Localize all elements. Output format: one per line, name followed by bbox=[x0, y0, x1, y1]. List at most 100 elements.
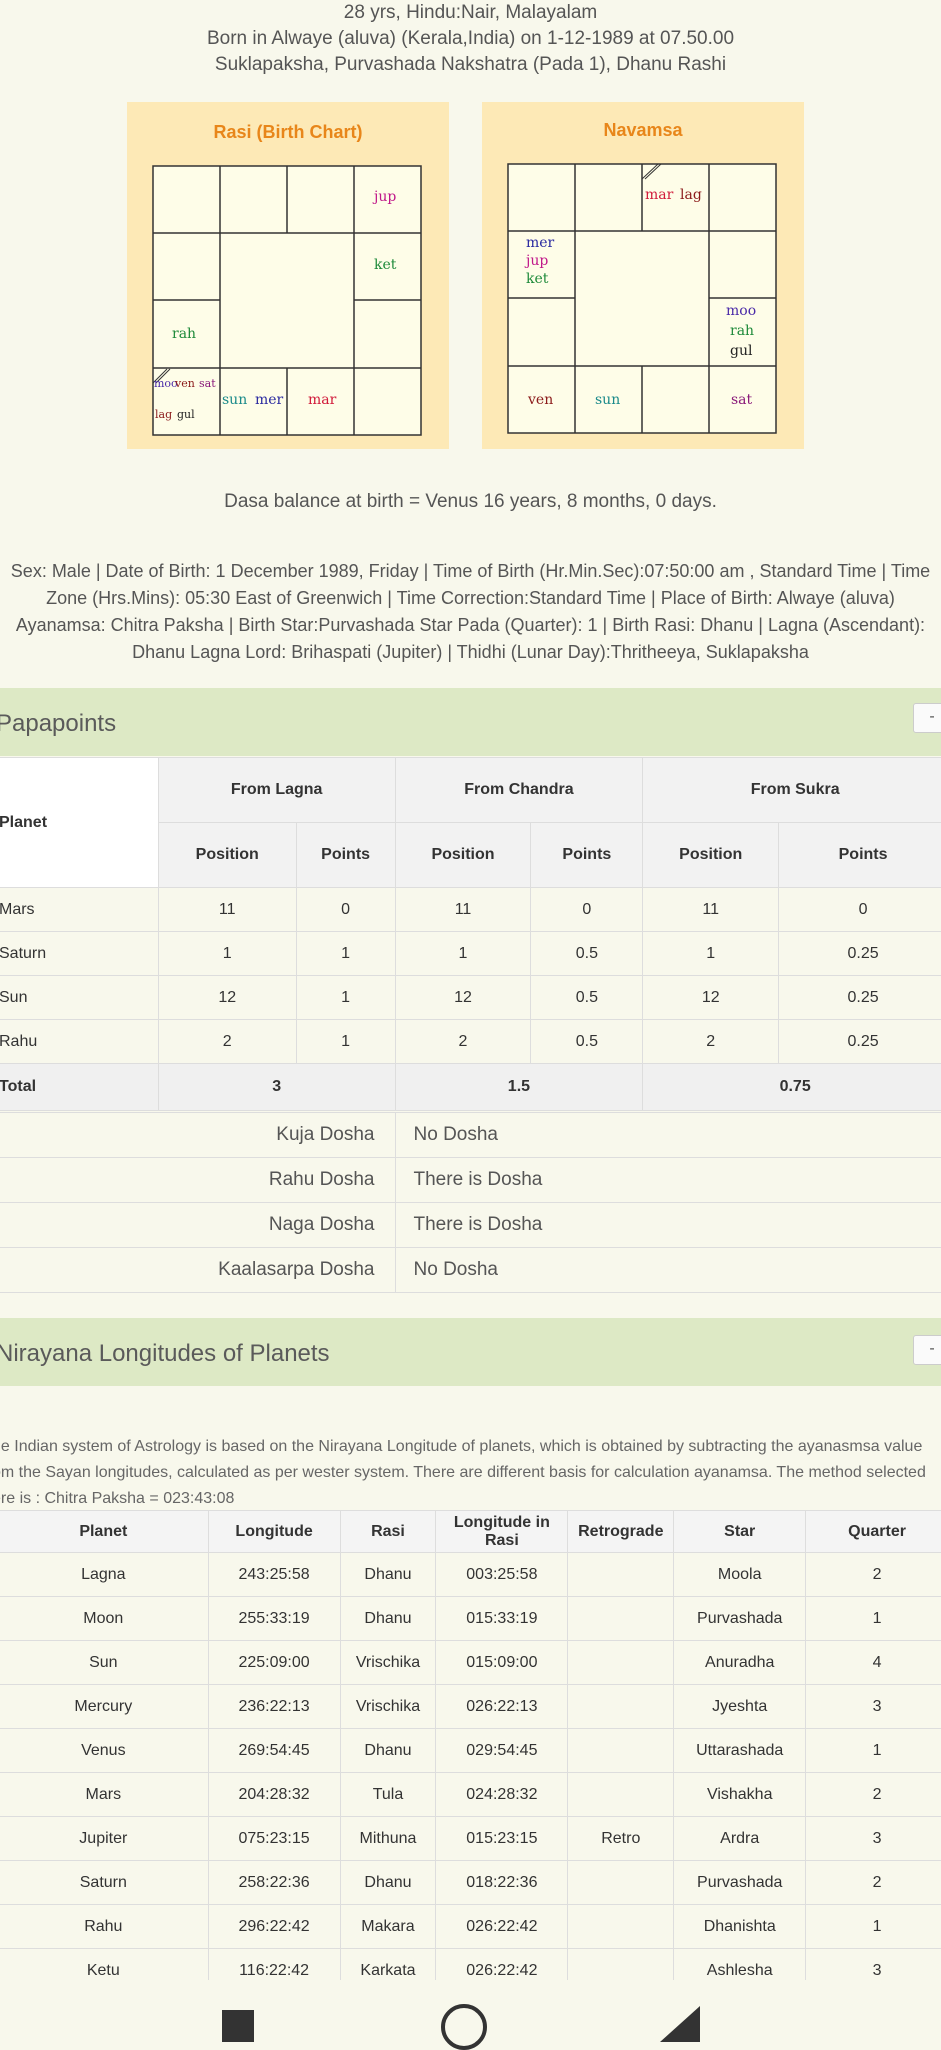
nirayana-table: Planet Longitude Rasi Longitude in Rasi … bbox=[0, 1510, 941, 1980]
papapoints-table: Planet From Lagna From Chandra From Sukr… bbox=[0, 757, 941, 1111]
cell: 258:22:36 bbox=[207, 1860, 341, 1905]
info-line-2: Zone (Hrs.Mins): 05:30 East of Greenwich… bbox=[46, 588, 895, 608]
cell: Retro bbox=[567, 1816, 675, 1861]
nakshatra-details: Suklapaksha, Purvashada Nakshatra (Pada … bbox=[214, 54, 727, 75]
cell-planet: Saturn bbox=[0, 931, 159, 976]
cell: 1 bbox=[295, 931, 396, 976]
cell: Purvashada bbox=[673, 1860, 807, 1905]
cell bbox=[567, 1728, 675, 1773]
table-row: Venus 269:54:45 Dhanu 029:54:45 Uttarashada 1 bbox=[0, 1728, 941, 1773]
navamsa-moo: moo bbox=[726, 303, 756, 319]
rasi-sat: sat bbox=[199, 377, 216, 390]
header-points: Points bbox=[295, 822, 396, 888]
cell: 11 bbox=[642, 887, 780, 932]
cell-planet: Mars bbox=[0, 887, 159, 932]
cell: 116:22:42 bbox=[207, 1948, 341, 1980]
cell: 018:22:36 bbox=[435, 1860, 569, 1905]
cell: 0.25 bbox=[778, 1019, 941, 1064]
total-lagna: 3 bbox=[157, 1063, 396, 1111]
cell-planet: Moon bbox=[0, 1596, 209, 1641]
cell bbox=[567, 1552, 675, 1597]
cell: Vrischika bbox=[339, 1640, 437, 1685]
table-row: Jupiter 075:23:15 Mithuna 015:23:15 Retro Ard… bbox=[0, 1816, 941, 1861]
cell: 003:25:58 bbox=[435, 1552, 569, 1597]
table-row: Mercury 236:22:13 Vrischika 026:22:13 Jyesht… bbox=[0, 1684, 941, 1729]
cell-planet: Rahu bbox=[0, 1904, 209, 1949]
cell bbox=[567, 1684, 675, 1729]
nirayana-desc-3: ere is : Chitra Paksha = 023:43:08 bbox=[0, 1490, 235, 1507]
dosha-value: There is Dosha bbox=[395, 1157, 941, 1203]
rasi-chart-grid: jup ket rah moo ven sat lag gul sun mer … bbox=[152, 165, 422, 436]
rasi-mar: mar bbox=[308, 392, 337, 408]
cell: 236:22:13 bbox=[207, 1684, 341, 1729]
cell-planet: Sun bbox=[0, 1640, 209, 1685]
dasa-balance: Dasa balance at birth = Venus 16 years, … bbox=[224, 491, 717, 512]
cell: 075:23:15 bbox=[207, 1816, 341, 1861]
dosha-value: There is Dosha bbox=[395, 1202, 941, 1248]
cell: 0.25 bbox=[778, 931, 941, 976]
cell: 1 bbox=[642, 931, 780, 976]
table-row: Moon 255:33:19 Dhanu 015:33:19 Purvashada 1 bbox=[0, 1596, 941, 1641]
cell: 026:22:13 bbox=[435, 1684, 569, 1729]
cell: Ashlesha bbox=[673, 1948, 807, 1980]
total-row: Total 3 1.5 0.75 bbox=[0, 1063, 941, 1111]
nirayana-collapse-button[interactable]: - bbox=[913, 1335, 941, 1365]
cell: Uttarashada bbox=[673, 1728, 807, 1773]
rasi-mer: mer bbox=[255, 392, 284, 408]
cell-planet: Mercury bbox=[0, 1684, 209, 1729]
navamsa-chart: Navamsa mar lag mer jup ket moo rah gul … bbox=[482, 102, 804, 449]
rasi-ven: ven bbox=[174, 377, 195, 390]
cell: 12 bbox=[394, 975, 532, 1020]
home-icon[interactable] bbox=[441, 2004, 487, 2050]
cell: 029:54:45 bbox=[435, 1728, 569, 1773]
papapoints-collapse-button[interactable]: - bbox=[913, 703, 941, 733]
cell: 015:23:15 bbox=[435, 1816, 569, 1861]
total-chandra: 1.5 bbox=[394, 1063, 644, 1111]
table-row: Rahu 2 1 2 0.5 2 0.25 bbox=[0, 1019, 941, 1064]
table-row: Ketu 116:22:42 Karkata 026:22:42 Ashlesha 3 bbox=[0, 1948, 941, 1980]
nirayana-header-row: Planet Longitude Rasi Longitude in Rasi … bbox=[0, 1510, 941, 1553]
cell: 2 bbox=[157, 1019, 297, 1064]
table-row: Saturn 1 1 1 0.5 1 0.25 bbox=[0, 931, 941, 976]
dosha-label: Kuja Dosha bbox=[0, 1112, 396, 1158]
dosha-table: Kuja Dosha No Dosha Rahu Dosha There is … bbox=[0, 1112, 941, 1293]
header-points: Points bbox=[530, 822, 644, 888]
col-retrograde: Retrograde bbox=[567, 1510, 675, 1553]
dosha-label: Rahu Dosha bbox=[0, 1157, 396, 1203]
navamsa-gul: gul bbox=[730, 343, 753, 359]
header-points: Points bbox=[778, 822, 941, 888]
cell: Karkata bbox=[339, 1948, 437, 1980]
back-icon[interactable] bbox=[660, 2006, 700, 2042]
header-position: Position bbox=[394, 822, 532, 888]
navamsa-mar: mar bbox=[645, 187, 674, 203]
cell: Makara bbox=[339, 1904, 437, 1949]
cell bbox=[567, 1596, 675, 1641]
navamsa-ket: ket bbox=[526, 271, 549, 287]
cell: 11 bbox=[157, 887, 297, 932]
navamsa-sat: sat bbox=[731, 392, 753, 408]
cell: Dhanu bbox=[339, 1728, 437, 1773]
cell: 3 bbox=[805, 1948, 941, 1980]
cell: 026:22:42 bbox=[435, 1904, 569, 1949]
rasi-lag: lag bbox=[155, 408, 172, 421]
cell: Dhanu bbox=[339, 1596, 437, 1641]
header-from-chandra: From Chandra bbox=[394, 757, 644, 823]
papapoints-title: Papapoints bbox=[0, 710, 117, 737]
cell: 1 bbox=[295, 975, 396, 1020]
cell: 2 bbox=[805, 1552, 941, 1597]
recents-icon[interactable] bbox=[222, 2010, 254, 2042]
cell bbox=[567, 1640, 675, 1685]
cell: 026:22:42 bbox=[435, 1948, 569, 1980]
cell: 296:22:42 bbox=[207, 1904, 341, 1949]
cell: 3 bbox=[805, 1684, 941, 1729]
info-line-4: Dhanu Lagna Lord: Brihaspati (Jupiter) |… bbox=[132, 642, 809, 662]
cell: 1 bbox=[157, 931, 297, 976]
rasi-ket: ket bbox=[374, 257, 397, 273]
table-row: Mars 204:28:32 Tula 024:28:32 Vishakha 2 bbox=[0, 1772, 941, 1817]
nirayana-table-viewport[interactable]: Planet Longitude Rasi Longitude in Rasi … bbox=[0, 1510, 941, 1980]
cell-planet: Mars bbox=[0, 1772, 209, 1817]
system-navigation-bar bbox=[0, 1980, 941, 2050]
cell bbox=[567, 1948, 675, 1980]
cell-planet: Rahu bbox=[0, 1019, 159, 1064]
cell: 1 bbox=[805, 1904, 941, 1949]
